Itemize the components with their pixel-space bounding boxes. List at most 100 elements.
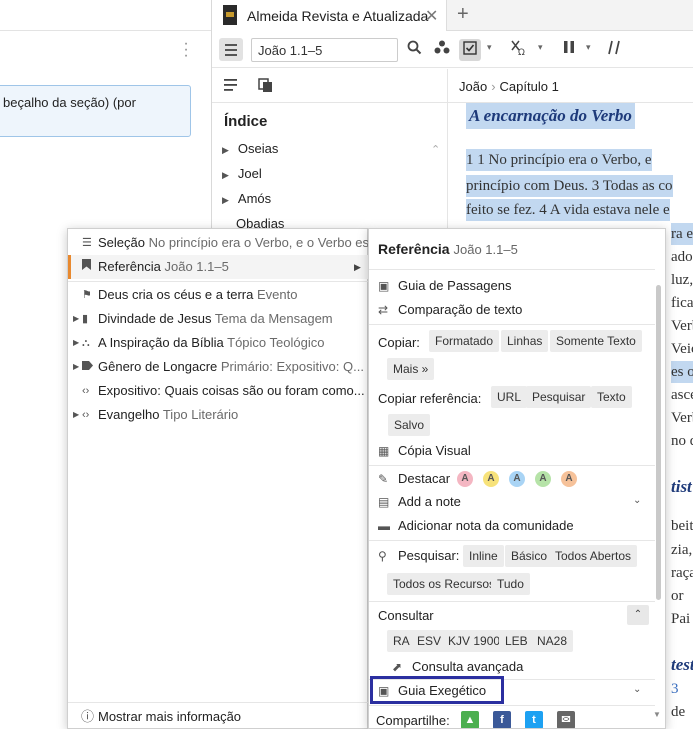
expand-arrow-icon[interactable]: ▶ <box>73 355 79 379</box>
menu-bar-3 <box>225 54 237 56</box>
context-item-selection[interactable]: ☰ Seleção No princípio era o Verbo, e o … <box>68 231 368 255</box>
tab-close-icon[interactable]: ✕ <box>425 6 438 26</box>
search-icon: ⚲ <box>378 549 387 563</box>
split-view-icon[interactable] <box>607 40 621 59</box>
copy-ref-saved-button[interactable]: Salvo <box>388 414 431 436</box>
consult-kjv-button[interactable]: KJV 1900 <box>442 630 507 652</box>
copy-ref-search-button[interactable]: Pesquisar <box>526 386 592 408</box>
context-item-expository[interactable]: ‹› Expositivo: Quais coisas são ou foram… <box>68 379 368 403</box>
expand-arrow-icon[interactable]: ▶ <box>73 403 79 427</box>
show-more-info-button[interactable]: ⓘ Mostrar mais informação <box>68 702 368 729</box>
expand-arrow-icon[interactable]: ▶ <box>222 145 229 155</box>
search-inline-button[interactable]: Inline <box>463 545 504 567</box>
more-options-icon[interactable]: · · · <box>181 36 191 64</box>
search-all-resources-button[interactable]: Todos os Recursos <box>387 573 502 595</box>
note-icon: ▤ <box>378 495 390 509</box>
verse-fragment: or <box>671 588 684 604</box>
divider <box>369 324 655 325</box>
search-basic-button[interactable]: Básico <box>505 545 554 567</box>
scrollbar-thumb[interactable] <box>656 285 661 600</box>
share-twitter-icon[interactable]: t <box>525 711 543 728</box>
text-display-toggle-button[interactable] <box>459 39 481 61</box>
passage-guide-label: Guia de Passagens <box>398 278 512 293</box>
highlight-green-button[interactable]: A <box>535 471 551 487</box>
copy-text-only-button[interactable]: Somente Texto <box>550 330 642 352</box>
reference-input[interactable] <box>251 38 398 62</box>
add-tab-icon[interactable]: + <box>457 3 469 26</box>
panel-menu-button[interactable] <box>219 38 243 61</box>
verse-fragment: no d <box>671 433 693 449</box>
show-more-info-label: Mostrar mais informação <box>98 709 242 724</box>
context-item-literary-type[interactable]: ▶ ‹› Evangelho Tipo Literário <box>68 403 368 427</box>
expand-arrow-icon[interactable]: ▶ <box>73 331 79 355</box>
search-all-open-button[interactable]: Todos Abertos <box>549 545 638 567</box>
left-panel-header <box>0 0 211 31</box>
chevron-down-icon[interactable]: ⌄ <box>633 684 641 695</box>
context-item-label: Gênero de Longacre <box>98 359 218 374</box>
highlight-orange-button[interactable]: A <box>561 471 577 487</box>
hierarchy-icon: ⛬ <box>82 337 90 349</box>
interlinear-icon[interactable]: Ω <box>510 40 528 60</box>
chevron-up-icon[interactable]: ⌃ <box>627 605 649 625</box>
consult-na28-button[interactable]: NA28 <box>531 630 574 652</box>
index-item-joel[interactable]: ▶ Joel <box>222 166 262 181</box>
share-email-icon[interactable]: ✉ <box>557 711 575 728</box>
copy-more-button[interactable]: Mais » <box>387 358 435 380</box>
scroll-down-arrow-icon[interactable]: ▼ <box>653 710 661 719</box>
add-note-item[interactable]: ▤ Add a note <box>378 492 461 512</box>
community-note-item[interactable]: ▬ Adicionar nota da comunidade <box>378 516 574 536</box>
divider <box>369 601 655 602</box>
tab-almeida[interactable]: Almeida Revista e Atualizada ✕ <box>212 0 447 31</box>
consult-leb-button[interactable]: LEB <box>499 630 534 652</box>
breadcrumb-chapter[interactable]: Capítulo 1 <box>500 79 559 94</box>
text-comparison-item[interactable]: ⇄ Comparação de texto <box>378 300 522 320</box>
copy-pages-icon[interactable] <box>258 78 273 96</box>
text-comparison-label: Comparação de texto <box>398 302 523 317</box>
expand-arrow-icon[interactable]: ▶ <box>73 307 79 331</box>
index-item-label: Amós <box>237 191 272 206</box>
share-faithlife-icon[interactable]: ▲ <box>461 711 479 728</box>
copy-lines-button[interactable]: Linhas <box>501 330 549 352</box>
highlight-blue-button[interactable]: A <box>509 471 525 487</box>
share-facebook-icon[interactable]: f <box>493 711 511 728</box>
verse-fragment: de <box>671 704 686 720</box>
passage-guide-item[interactable]: ▣ Guia de Passagens <box>378 276 511 296</box>
advanced-consult-item[interactable]: ⬈ Consulta avançada <box>392 657 523 677</box>
verse-line-3[interactable]: feito se fez. 4 A vida estava nele e <box>466 199 670 221</box>
context-item-genre[interactable]: ▶ Gênero de Longacre Primário: Expositiv… <box>68 355 368 379</box>
context-item-theme[interactable]: ▶ ▮ Divindade de Jesus Tema da Mensagem <box>68 307 368 331</box>
collapse-icon[interactable]: ⌃ <box>431 143 440 156</box>
community-note-label: Adicionar nota da comunidade <box>398 518 574 533</box>
list-view-icon[interactable] <box>224 79 238 94</box>
copy-formatted-button[interactable]: Formatado <box>429 330 500 352</box>
divider <box>369 540 655 541</box>
highlight-item[interactable]: ✎ Destacar <box>378 469 450 489</box>
expand-arrow-icon[interactable]: ▶ <box>222 195 229 205</box>
interlinear-dropdown-icon[interactable]: ▾ <box>538 42 543 53</box>
context-item-event[interactable]: ⚑ Deus cria os céus e a terra Evento <box>68 283 368 307</box>
visual-copy-icon: ▦ <box>378 444 390 458</box>
search-everything-button[interactable]: Tudo <box>491 573 530 595</box>
pointer-icon: ⬈ <box>392 660 403 674</box>
index-item-oseias[interactable]: ▶ Oseias <box>222 141 278 156</box>
chevron-down-icon[interactable]: ⌄ <box>633 495 641 506</box>
visual-filter-icon[interactable] <box>434 40 450 58</box>
section-heading-box[interactable]: beçalho da seção) (por <box>0 85 191 137</box>
parallel-icon[interactable] <box>562 40 576 58</box>
context-item-topic[interactable]: ▶ ⛬ A Inspiração da Bíblia Tópico Teológ… <box>68 331 368 355</box>
expand-arrow-icon[interactable]: ▶ <box>222 170 229 180</box>
verse-line-1[interactable]: 1 1 No princípio era o Verbo, e <box>466 149 652 171</box>
copy-ref-url-button[interactable]: URL <box>491 386 528 408</box>
copy-ref-text-button[interactable]: Texto <box>591 386 632 408</box>
verse-line-2[interactable]: princípio com Deus. 3 Todas as co <box>466 175 673 197</box>
visual-copy-item[interactable]: ▦ Cópia Visual <box>378 441 471 461</box>
index-item-amos[interactable]: ▶ Amós <box>222 191 271 206</box>
breadcrumb-book[interactable]: João <box>459 79 487 94</box>
search-icon[interactable] <box>407 40 422 59</box>
highlight-pink-button[interactable]: A <box>457 471 473 487</box>
parallel-dropdown-icon[interactable]: ▾ <box>586 42 591 53</box>
highlight-yellow-button[interactable]: A <box>483 471 499 487</box>
display-dropdown-icon[interactable]: ▾ <box>487 42 492 53</box>
flag-icon: ⚑ <box>82 289 92 301</box>
context-item-reference[interactable]: Referência João 1.1–5 ▶ <box>68 255 368 279</box>
